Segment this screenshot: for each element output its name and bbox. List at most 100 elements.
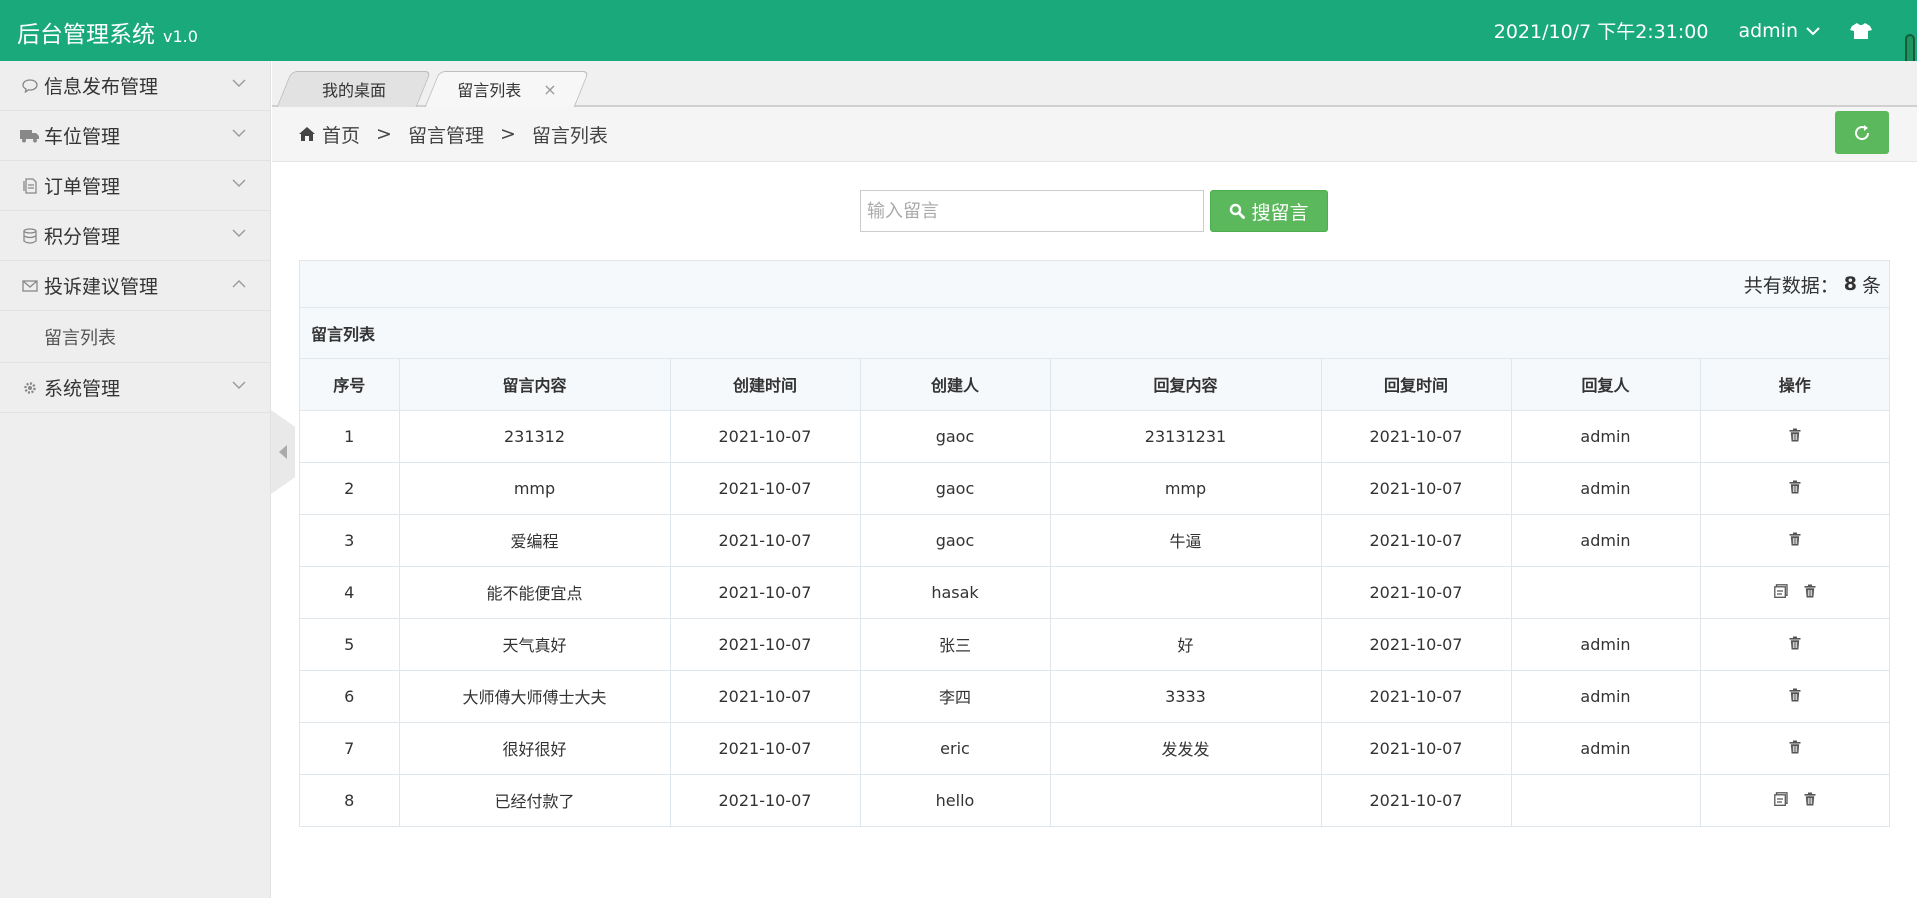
sidebar-subitem-label: 留言列表 [44,327,116,349]
sidebar-collapse-toggle[interactable] [271,410,295,494]
delete-icon[interactable] [1789,532,1801,546]
cell-reply: 好 [1050,618,1322,671]
sidebar-item-label: 投诉建议管理 [44,276,159,298]
cell-actions [1700,618,1889,671]
cell-id: 6 [300,670,400,723]
truck-icon [19,129,41,143]
caret-left-icon [279,445,287,459]
delete-icon[interactable] [1789,636,1801,650]
table-row: 5 天气真好 2021-10-07 张三好 2021-10-07 admin [300,618,1889,671]
breadcrumb: 首页 > 留言管理 > 留言列表 [272,107,1917,162]
cell-reply: mmp [1050,462,1322,515]
breadcrumb-current: 留言列表 [531,124,608,147]
column-header: 操作 [1700,359,1889,411]
refresh-button[interactable] [1835,111,1889,154]
app-version: v1.0 [163,27,198,46]
cell-created: 2021-10-07 [670,618,861,671]
file-icon [19,177,41,194]
sidebar-item-parking[interactable]: 车位管理 [0,111,270,161]
cell-created: 2021-10-07 [670,514,861,567]
sidebar-item-system[interactable]: 系统管理 [0,363,270,413]
cell-reply: 牛逼 [1050,514,1322,567]
cell-creator: gaoc [860,514,1051,567]
cell-reply: 3333 [1050,670,1322,723]
cell-actions [1700,566,1889,619]
search-input[interactable] [860,190,1204,232]
delete-icon[interactable] [1789,428,1801,442]
cell-content: mmp [399,462,671,515]
breadcrumb-separator: > [499,123,516,145]
table-row: 2 mmp 2021-10-07 gaoc mmp 2021-10-07 admin [300,462,1889,515]
tshirt-icon [1850,22,1872,39]
search-button[interactable]: 搜留言 [1210,190,1328,232]
delete-icon[interactable] [1789,740,1801,754]
sidebar-item-points[interactable]: 积分管理 [0,211,270,261]
tab-bar: 我的桌面 留言列表 × [272,61,1917,107]
cell-reply [1050,774,1322,826]
theme-button[interactable] [1850,22,1872,40]
count-prefix: 共有数据： [1743,274,1839,297]
search-button-label: 搜留言 [1251,201,1309,224]
cell-content: 能不能便宜点 [399,566,671,619]
sidebar-subitem-message-list[interactable]: 留言列表 [0,311,270,363]
cell-creator: eric [860,722,1051,775]
delete-icon[interactable] [1804,584,1816,598]
cell-creator: 张三 [860,618,1051,671]
column-header: 留言内容 [399,359,671,411]
sidebar-item-label: 积分管理 [44,226,121,248]
tab-message-list[interactable]: 留言列表 × [424,71,590,107]
tab-desktop[interactable]: 我的桌面 [276,71,432,107]
table-row: 1 231312 2021-10-07 gaoc 23131231 2021-10-07 a… [300,410,1889,463]
cell-reply-time: 2021-10-07 [1321,618,1512,671]
cell-reply-time: 2021-10-07 [1321,514,1512,567]
sidebar-item-label: 订单管理 [44,176,121,198]
cell-reply: 23131231 [1050,410,1322,463]
cell-creator: hello [860,774,1051,826]
chevron-down-icon [232,381,246,389]
cell-created: 2021-10-07 [670,722,861,775]
column-header: 序号 [300,359,400,411]
message-table: 序号 留言内容 创建时间 创建人 回复内容 回复时间 回复人 操作 1 23131… [300,359,1889,826]
sidebar-item-orders[interactable]: 订单管理 [0,161,270,211]
delete-icon[interactable] [1789,688,1801,702]
column-header: 创建人 [860,359,1051,411]
user-menu[interactable]: admin [1738,20,1820,42]
reply-icon[interactable] [1773,791,1788,806]
sidebar-item-info-publish[interactable]: 信息发布管理 [0,61,270,111]
sidebar-item-complaints[interactable]: 投诉建议管理 [0,261,270,311]
delete-icon[interactable] [1804,792,1816,806]
cell-replier [1511,566,1701,619]
cell-content: 大师傅大师傅士大夫 [399,670,671,723]
chevron-down-icon [232,79,246,87]
breadcrumb-separator: > [376,123,392,145]
cell-actions [1700,722,1889,775]
delete-icon[interactable] [1789,480,1801,494]
cell-created: 2021-10-07 [670,410,861,463]
comment-icon [19,78,41,93]
username: admin [1738,19,1798,42]
close-icon[interactable]: × [543,80,556,99]
app-logo[interactable]: 后台管理系统 v1.0 [17,15,198,49]
cell-creator: 李四 [860,670,1051,723]
cell-content: 已经付款了 [399,774,671,826]
cell-actions [1700,462,1889,515]
breadcrumb-item[interactable]: 留言管理 [408,121,484,148]
cell-creator: gaoc [860,462,1051,515]
cell-reply-time: 2021-10-07 [1321,722,1512,775]
cell-creator: hasak [860,566,1051,619]
column-header: 回复时间 [1321,359,1512,411]
cell-id: 3 [300,514,400,567]
count-suffix: 条 [1861,274,1881,297]
cell-id: 7 [300,722,400,775]
cell-actions [1700,410,1889,463]
sidebar: 信息发布管理 车位管理 订单管理 积分管理 投诉建议管理 留言列表 系统管理 [0,61,271,898]
table-title: 留言列表 [300,308,1889,359]
table-row: 7 很好很好 2021-10-07 eric 发发发 2021-10-07 admin [300,722,1889,775]
search-icon [1230,203,1246,219]
cell-reply-time: 2021-10-07 [1321,774,1512,826]
cell-actions [1700,670,1889,723]
column-header: 回复内容 [1050,359,1322,411]
reply-icon[interactable] [1773,583,1788,598]
tab-label: 留言列表 [457,81,522,100]
breadcrumb-home[interactable]: 首页 [322,121,360,148]
